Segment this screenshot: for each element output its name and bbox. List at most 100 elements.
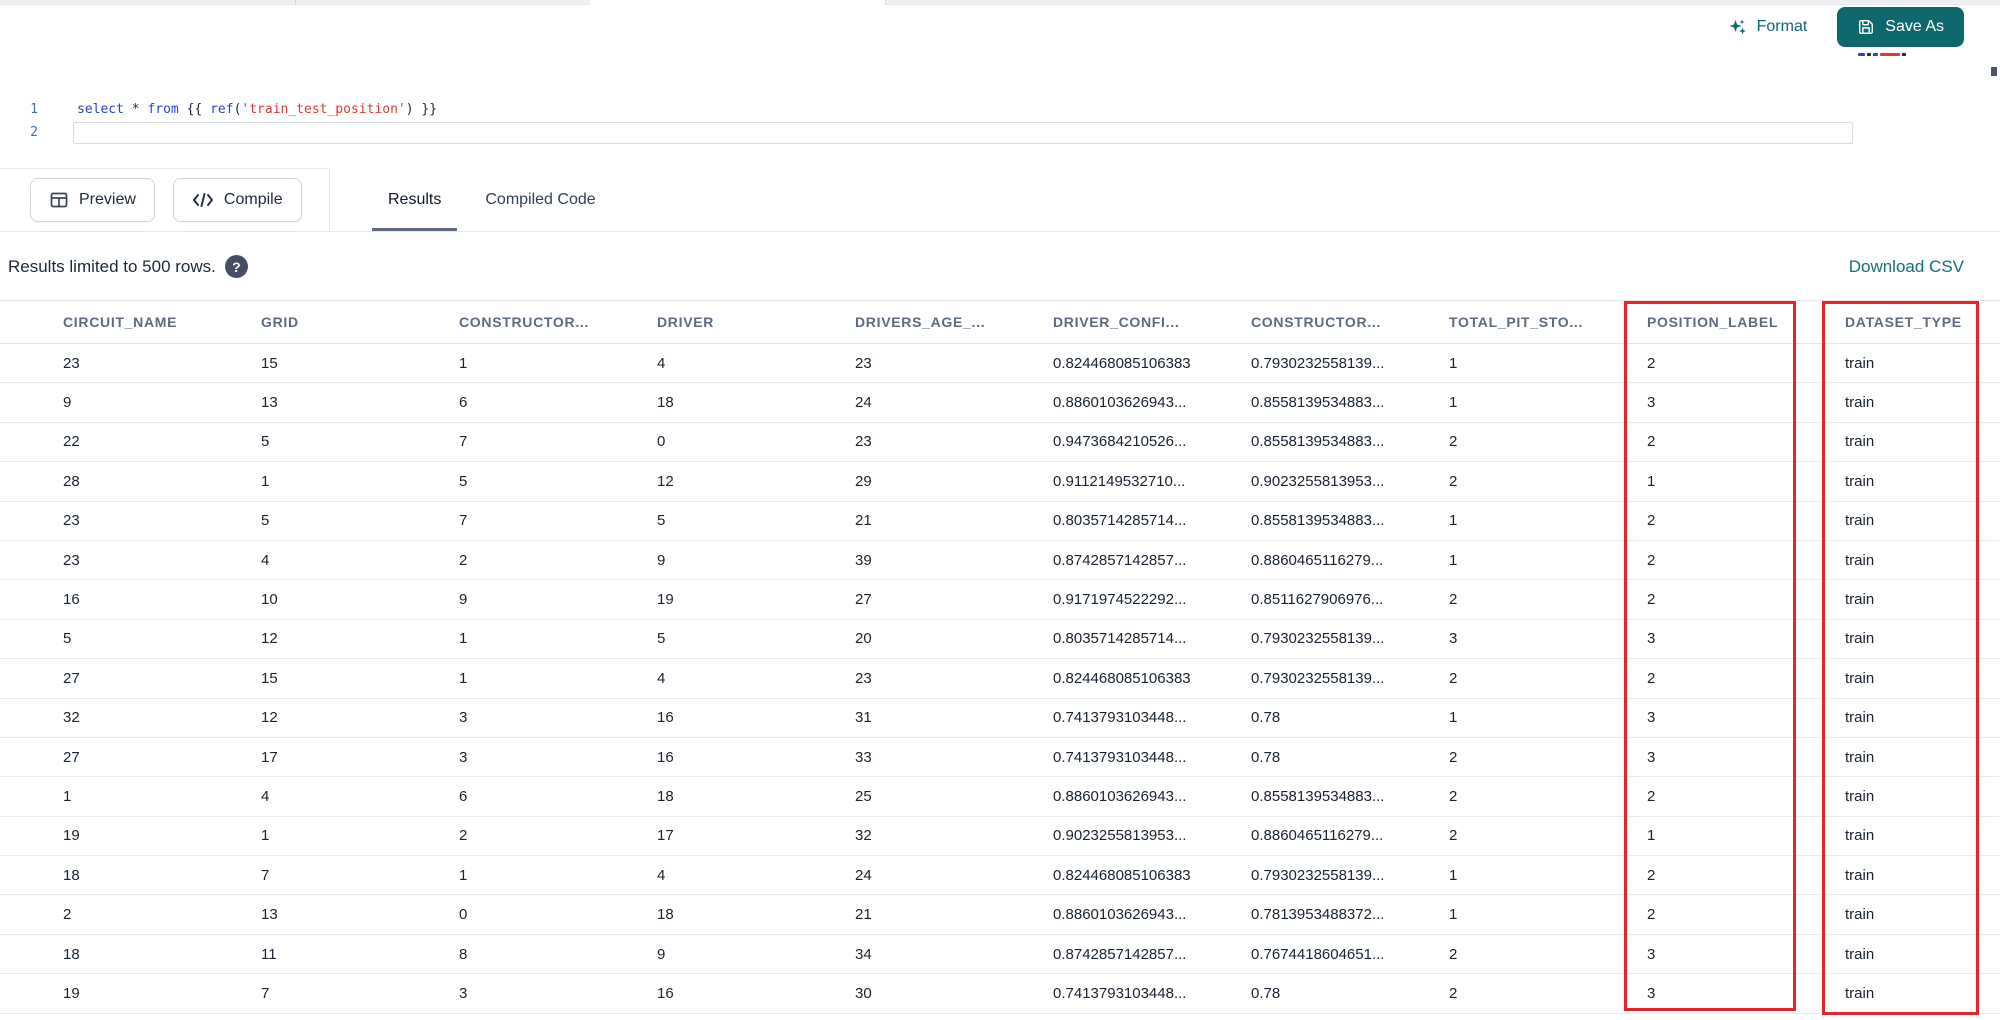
table-cell: 2 bbox=[1449, 433, 1458, 451]
table-cell: 16 bbox=[63, 591, 80, 609]
table-cell: train bbox=[1845, 669, 1875, 687]
table-cell: 1 bbox=[459, 630, 468, 648]
table-cell: 30 bbox=[855, 984, 872, 1002]
table-body: 23 15 1 4 23 0.824468085106383 0.7930232558139… bbox=[0, 344, 2000, 1014]
table-cell: 17 bbox=[261, 748, 278, 766]
tab-compiled-code[interactable]: Compiled Code bbox=[469, 168, 611, 231]
table-row: 19 1 2 17 32 0.9023255813953... 0.886046511627… bbox=[0, 817, 2000, 857]
save-as-button[interactable]: Save As bbox=[1837, 7, 1964, 47]
code-token: select bbox=[77, 102, 124, 117]
table-cell: 11 bbox=[261, 945, 277, 963]
table-cell: 2 bbox=[1647, 669, 1656, 687]
results-limit-text: Results limited to 500 rows. bbox=[8, 256, 216, 276]
table-row: 23 15 1 4 23 0.824468085106383 0.7930232558139… bbox=[0, 344, 2000, 384]
table-cell: 0.8558139534883... bbox=[1251, 787, 1385, 805]
table-cell: 0.9171974522292... bbox=[1053, 591, 1187, 609]
table-cell: 23 bbox=[855, 669, 872, 687]
table-cell: 1 bbox=[1647, 827, 1656, 845]
table-cell: 4 bbox=[657, 669, 666, 687]
table-cell: 20 bbox=[855, 630, 872, 648]
table-cell: 0.824468085106383 bbox=[1053, 669, 1191, 687]
tab-results[interactable]: Results bbox=[372, 168, 458, 231]
column-header: DRIVER_CONFI... bbox=[1053, 314, 1180, 330]
table-cell: 0.7413793103448... bbox=[1053, 984, 1187, 1002]
table-cell: 31 bbox=[855, 709, 872, 727]
column-header: GRID bbox=[261, 314, 299, 330]
table-row: 28 1 5 12 29 0.9112149532710... 0.902325581395… bbox=[0, 462, 2000, 502]
editor-minimap[interactable] bbox=[1858, 52, 1920, 56]
table-cell: 0.8035714285714... bbox=[1053, 512, 1187, 530]
sql-code-editor[interactable]: 1 2 select * from {{ ref('train_test_pos… bbox=[0, 45, 2000, 168]
column-header: DRIVER bbox=[657, 314, 715, 330]
tab-strip-divider bbox=[885, 0, 886, 5]
table-cell: 0.7930232558139... bbox=[1251, 630, 1385, 648]
sparkles-icon bbox=[1728, 17, 1748, 37]
table-cell: 32 bbox=[855, 827, 872, 845]
table-cell: 3 bbox=[1449, 630, 1458, 648]
table-cell: 1 bbox=[1449, 354, 1458, 372]
table-cell: train bbox=[1845, 709, 1875, 727]
table-row: 27 17 3 16 33 0.7413793103448... 0.78 2 3 train bbox=[0, 738, 2000, 778]
code-token: }} bbox=[413, 102, 438, 117]
table-cell: 6 bbox=[459, 394, 468, 412]
table-cell: 0.7413793103448... bbox=[1053, 709, 1187, 727]
table-cell: train bbox=[1845, 472, 1875, 490]
column-header: POSITION_LABEL bbox=[1647, 314, 1779, 330]
table-cell: 23 bbox=[855, 433, 872, 451]
column-header: CIRCUIT_NAME bbox=[63, 314, 178, 330]
table-cell: 0.8558139534883... bbox=[1251, 394, 1385, 412]
table-cell: 9 bbox=[657, 945, 666, 963]
table-cell: 10 bbox=[261, 591, 278, 609]
table-cell: 2 bbox=[63, 906, 72, 924]
table-cell: train bbox=[1845, 787, 1875, 805]
table-cell: 3 bbox=[1647, 945, 1656, 963]
table-cell: 2 bbox=[1449, 472, 1458, 490]
results-limit-info: Results limited to 500 rows. ? bbox=[8, 255, 248, 278]
table-cell: 15 bbox=[261, 669, 278, 687]
table-cell: 2 bbox=[1647, 354, 1656, 372]
table-cell: 12 bbox=[261, 630, 278, 648]
format-button[interactable]: Format bbox=[1728, 17, 1808, 37]
table-cell: 2 bbox=[1449, 591, 1458, 609]
table-cell: 0 bbox=[459, 906, 468, 924]
preview-button-label: Preview bbox=[79, 191, 136, 208]
editor-scrollbar-mark bbox=[1991, 67, 1997, 76]
table-cell: 1 bbox=[63, 787, 72, 805]
table-cell: 0.78 bbox=[1251, 748, 1281, 766]
table-cell: 0.8742857142857... bbox=[1053, 551, 1187, 569]
download-csv-link[interactable]: Download CSV bbox=[1849, 257, 1964, 277]
table-cell: 24 bbox=[855, 866, 872, 884]
table-cell: 1 bbox=[1449, 512, 1458, 530]
table-cell: train bbox=[1845, 827, 1875, 845]
help-icon[interactable]: ? bbox=[224, 255, 248, 278]
table-cell: 0.9023255813953... bbox=[1251, 472, 1385, 490]
table-cell: 12 bbox=[657, 472, 674, 490]
table-cell: 2 bbox=[1647, 433, 1656, 451]
table-cell: 0.78 bbox=[1251, 709, 1281, 727]
table-cell: 25 bbox=[855, 787, 872, 805]
preview-button[interactable]: Preview bbox=[30, 178, 155, 222]
table-cell: 18 bbox=[657, 906, 674, 924]
table-cell: 2 bbox=[1647, 512, 1656, 530]
table-cell: 2 bbox=[1449, 787, 1458, 805]
table-cell: 2 bbox=[1647, 906, 1656, 924]
table-cell: 0.7930232558139... bbox=[1251, 669, 1385, 687]
table-cell: 9 bbox=[657, 551, 666, 569]
action-bar: Preview Compile Results Compiled Code bbox=[0, 168, 2000, 232]
table-cell: 19 bbox=[63, 984, 80, 1002]
table-cell: 0.78 bbox=[1251, 984, 1281, 1002]
code-line-1[interactable]: select * from {{ ref('train_test_positio… bbox=[77, 102, 437, 117]
table-cell: 0.8860465116279... bbox=[1251, 551, 1384, 569]
code-token: 'train_test_position' bbox=[241, 102, 406, 117]
table-cell: 5 bbox=[63, 630, 72, 648]
table-header-row: CIRCUIT_NAME GRID CONSTRUCTOR... DRIVER DRIV… bbox=[0, 300, 2000, 344]
save-as-button-label: Save As bbox=[1885, 18, 1944, 35]
table-cell: 2 bbox=[1449, 827, 1458, 845]
table-cell: 3 bbox=[459, 748, 468, 766]
format-button-label: Format bbox=[1756, 18, 1808, 35]
compile-button[interactable]: Compile bbox=[172, 178, 302, 222]
table-cell: 34 bbox=[855, 945, 872, 963]
column-header: DATASET_TYPE bbox=[1845, 314, 1962, 330]
table-row: 2 13 0 18 21 0.8860103626943... 0.781395348837… bbox=[0, 895, 2000, 935]
